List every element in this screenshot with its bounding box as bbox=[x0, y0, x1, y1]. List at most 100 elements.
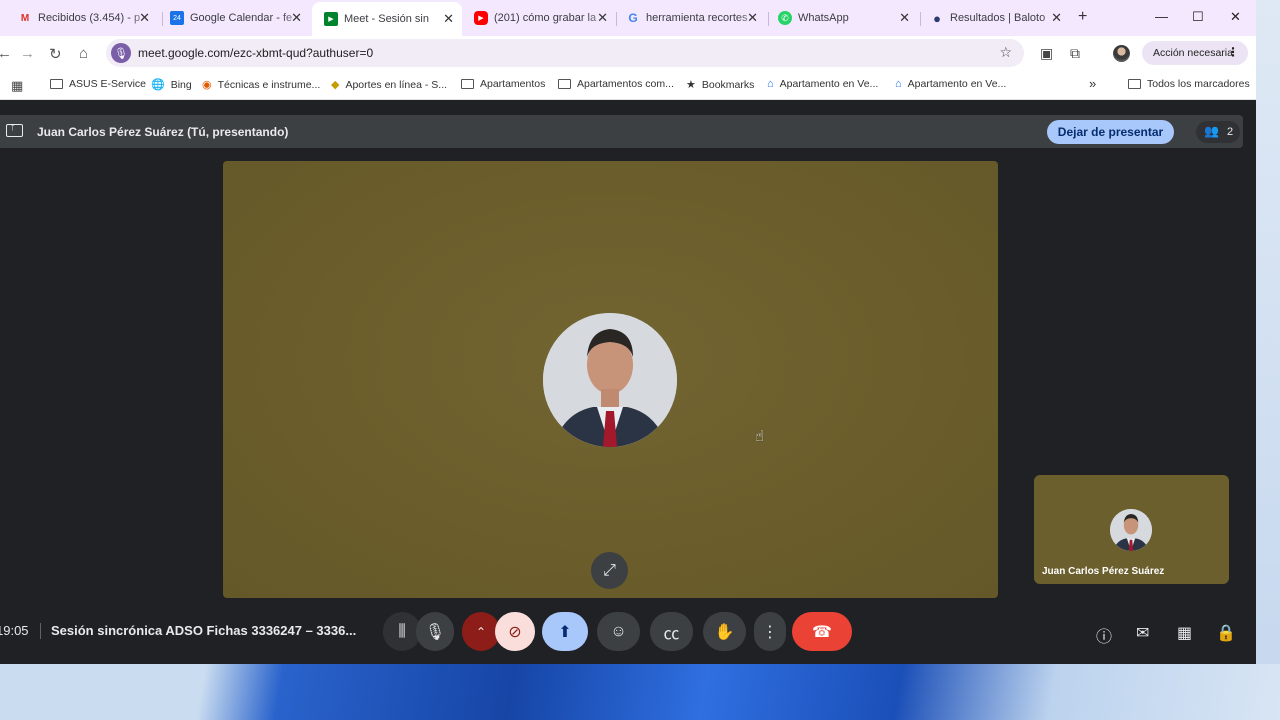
bookmark-item[interactable]: 🌐 Bing bbox=[151, 78, 192, 92]
host-controls-icon[interactable]: 🔒 bbox=[1216, 623, 1236, 643]
meeting-title: Sesión sincrónica ADSO Fichas 3336247 – … bbox=[51, 623, 357, 638]
folder-icon bbox=[1128, 79, 1141, 89]
close-window-icon[interactable]: ✕ bbox=[1230, 9, 1241, 25]
menu-dots-icon[interactable]: ⋮ bbox=[1227, 45, 1239, 59]
reload-icon[interactable]: ↻ bbox=[49, 45, 62, 63]
self-view-tile[interactable]: Juan Carlos Pérez Suárez bbox=[1034, 475, 1229, 584]
raise-hand-button[interactable]: ✋ bbox=[703, 612, 746, 651]
site-icon: ◉ bbox=[202, 79, 212, 91]
participant-avatar bbox=[543, 313, 677, 447]
wallpaper-bloom bbox=[0, 664, 1280, 720]
bookmarks-bar: ▦ ASUS E-Service 🌐 Bing ◉ Técnicas e ins… bbox=[0, 70, 1256, 100]
forward-icon[interactable]: → bbox=[20, 45, 35, 62]
close-icon[interactable]: ✕ bbox=[899, 10, 910, 26]
more-options-button[interactable]: ⋮ bbox=[754, 612, 786, 651]
bookmark-item[interactable]: Apartamentos com... bbox=[558, 78, 674, 90]
bookmark-item[interactable]: Apartamentos bbox=[461, 78, 545, 90]
action-needed-button[interactable]: Acción necesaria ⋮ bbox=[1142, 41, 1248, 65]
bookmark-star-icon[interactable]: ☆ bbox=[999, 44, 1012, 61]
chat-icon[interactable]: ✉ bbox=[1136, 623, 1149, 643]
close-icon[interactable]: ✕ bbox=[139, 10, 150, 26]
tab-google-search[interactable]: G herramienta recortes ✕ bbox=[614, 4, 766, 32]
folder-icon bbox=[558, 79, 571, 89]
home-icon[interactable]: ⌂ bbox=[79, 45, 88, 62]
divider bbox=[40, 623, 41, 639]
maximize-icon[interactable]: ☐ bbox=[1192, 9, 1204, 25]
participants-button[interactable]: 👥 2 bbox=[1196, 121, 1240, 143]
self-avatar bbox=[1110, 509, 1152, 551]
close-icon[interactable]: ✕ bbox=[747, 10, 758, 26]
bookmark-label: Técnicas e instrume... bbox=[217, 78, 321, 91]
site-icon: ⌂ bbox=[767, 78, 774, 90]
tab-youtube[interactable]: ▶ (201) cómo grabar la ✕ bbox=[462, 4, 616, 32]
bookmark-label: Todos los marcadores bbox=[1147, 78, 1250, 90]
close-icon[interactable]: ✕ bbox=[291, 10, 302, 26]
mouse-pointer-icon: ☝ bbox=[755, 428, 765, 445]
close-icon[interactable]: ✕ bbox=[443, 11, 454, 27]
wallpaper-edge bbox=[1256, 0, 1280, 720]
captions-button[interactable]: ㏄ bbox=[650, 612, 693, 651]
browser-toolbar: ← → ↻ ⌂ 🎙 meet.google.com/ezc-xbmt-qud?a… bbox=[0, 36, 1256, 70]
globe-icon: 🌐 bbox=[151, 79, 165, 91]
apps-grid-icon[interactable]: ▦ bbox=[11, 78, 23, 94]
leave-call-button[interactable]: ☎ bbox=[792, 612, 852, 651]
participants-count: 2 bbox=[1227, 126, 1234, 138]
whatsapp-icon: ✆ bbox=[778, 11, 792, 25]
bookmark-label: Bookmarks bbox=[701, 78, 755, 91]
presenting-text: Juan Carlos Pérez Suárez (Tú, presentand… bbox=[37, 125, 289, 139]
tab-baloto[interactable]: ● Resultados | Baloto ✕ bbox=[918, 4, 1070, 32]
self-name: Juan Carlos Pérez Suárez bbox=[1042, 566, 1165, 577]
bookmark-item[interactable]: ⌂ Apartamento en Ve... bbox=[895, 78, 1006, 90]
cast-icon[interactable]: ▣ bbox=[1040, 45, 1053, 62]
main-participant-tile[interactable]: ⤢ bbox=[223, 161, 998, 598]
bookmark-label: Apartamentos bbox=[480, 78, 546, 90]
site-icon: ⌂ bbox=[895, 78, 902, 90]
reactions-button[interactable]: ☺ bbox=[597, 612, 640, 651]
minimize-icon[interactable]: — bbox=[1155, 9, 1168, 24]
close-icon[interactable]: ✕ bbox=[1051, 10, 1062, 26]
browser-window: M Recibidos (3.454) - p ✕ 24 Google Cale… bbox=[0, 0, 1256, 664]
meet-icon: ▶ bbox=[324, 12, 338, 26]
present-button[interactable]: ⬆ bbox=[542, 612, 588, 651]
present-screen-icon bbox=[6, 121, 23, 137]
extensions-icon[interactable]: ⧉ bbox=[1070, 45, 1080, 62]
tab-calendar[interactable]: 24 Google Calendar - fe ✕ bbox=[158, 4, 310, 32]
close-icon[interactable]: ✕ bbox=[597, 10, 608, 26]
all-bookmarks[interactable]: Todos los marcadores bbox=[1128, 78, 1250, 90]
microphone-in-use-icon[interactable]: 🎙 bbox=[111, 43, 131, 63]
stop-presenting-button[interactable]: Dejar de presentar bbox=[1047, 120, 1174, 144]
meeting-clock: 19:05 bbox=[0, 623, 29, 638]
info-icon[interactable]: ⓘ bbox=[1096, 623, 1112, 647]
tab-meet[interactable]: ▶ Meet - Sesión sin ✕ bbox=[312, 2, 462, 36]
bookmark-item[interactable]: ◆ Aportes en línea - S... bbox=[331, 78, 448, 92]
meet-stage: Juan Carlos Pérez Suárez (Tú, presentand… bbox=[0, 101, 1256, 664]
new-tab-icon[interactable]: + bbox=[1078, 8, 1087, 26]
bookmark-label: Bing bbox=[170, 78, 192, 91]
tab-whatsapp[interactable]: ✆ WhatsApp ✕ bbox=[766, 4, 918, 32]
presenting-banner: Juan Carlos Pérez Suárez (Tú, presentand… bbox=[0, 115, 1243, 148]
bookmark-label: ASUS E-Service bbox=[69, 78, 147, 90]
profile-avatar[interactable] bbox=[1113, 45, 1130, 62]
bookmark-item[interactable]: ◉ Técnicas e instrume... bbox=[202, 78, 321, 92]
bookmark-item[interactable]: ★ Bookmarks bbox=[686, 78, 755, 92]
tab-gmail[interactable]: M Recibidos (3.454) - p ✕ bbox=[6, 4, 158, 32]
people-icon: 👥 bbox=[1204, 124, 1219, 138]
expand-icon[interactable]: ⤢ bbox=[591, 552, 628, 589]
microphone-button[interactable]: 🎙 bbox=[416, 612, 454, 651]
back-icon[interactable]: ← bbox=[0, 45, 12, 62]
bookmark-label: Apartamento en Ve... bbox=[907, 78, 1007, 90]
activities-icon[interactable]: ▦ bbox=[1177, 623, 1192, 643]
bookmark-item[interactable]: ⌂ Apartamento en Ve... bbox=[767, 78, 878, 90]
bookmark-item[interactable]: ASUS E-Service bbox=[50, 78, 146, 90]
camera-off-button[interactable]: ⊘ bbox=[495, 612, 535, 651]
bookmark-label: Apartamentos com... bbox=[577, 78, 674, 90]
bookmark-label: Apartamento en Ve... bbox=[779, 78, 879, 90]
action-needed-label: Acción necesaria bbox=[1153, 47, 1233, 59]
address-bar[interactable]: 🎙 meet.google.com/ezc-xbmt-qud?authuser=… bbox=[106, 39, 1024, 67]
more-bookmarks-icon[interactable]: » bbox=[1089, 76, 1096, 91]
tab-strip: M Recibidos (3.454) - p ✕ 24 Google Cale… bbox=[0, 0, 1256, 36]
google-icon: G bbox=[628, 11, 638, 25]
url-text: meet.google.com/ezc-xbmt-qud?authuser=0 bbox=[138, 46, 374, 60]
calendar-icon: 24 bbox=[170, 11, 184, 25]
bookmark-label: Aportes en línea - S... bbox=[345, 78, 448, 91]
